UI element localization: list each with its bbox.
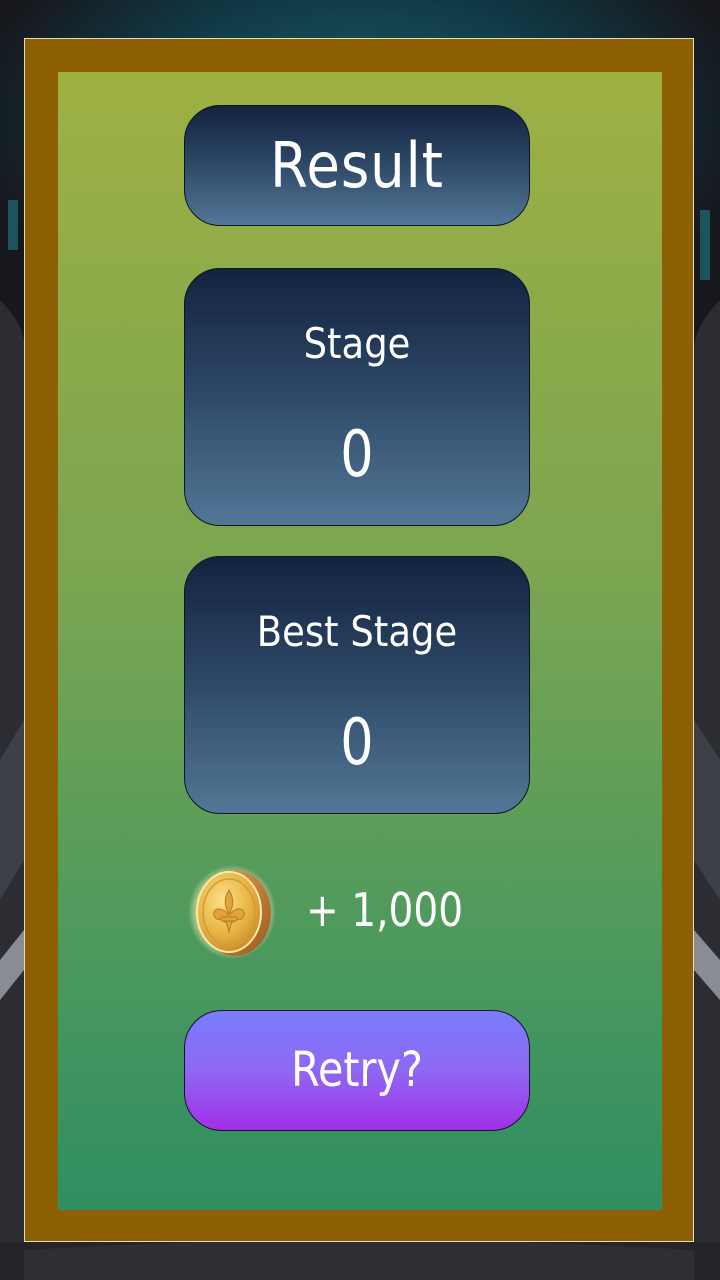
reward-amount: + 1,000 xyxy=(306,883,464,937)
gold-coin-icon xyxy=(188,865,276,959)
coin-reward: + 1,000 xyxy=(188,862,528,962)
best-stage-card: Best Stage 0 xyxy=(184,556,530,814)
stage-card: Stage 0 xyxy=(184,268,530,526)
result-title-banner: Result xyxy=(184,105,530,226)
retry-button[interactable]: Retry? xyxy=(184,1010,530,1131)
stage-value: 0 xyxy=(340,418,374,492)
stage-label: Stage xyxy=(303,319,411,368)
result-title: Result xyxy=(270,129,444,202)
best-stage-label: Best Stage xyxy=(256,607,458,656)
retry-label: Retry? xyxy=(291,1042,423,1098)
best-stage-value: 0 xyxy=(340,706,374,780)
